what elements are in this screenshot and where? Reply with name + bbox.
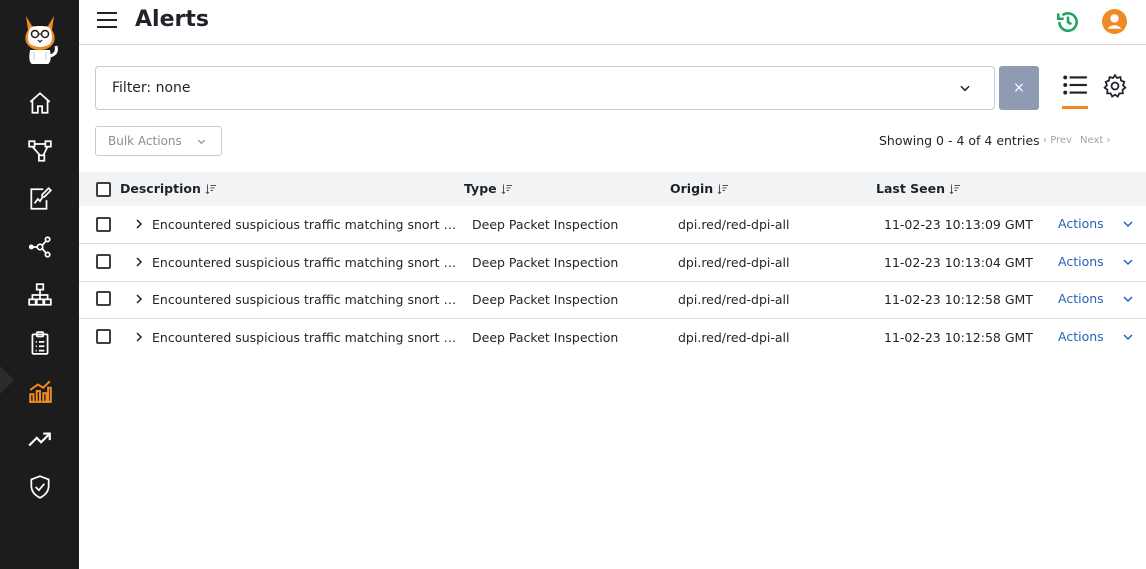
alert-type: Deep Packet Inspection	[472, 330, 619, 345]
chevron-right-icon[interactable]	[133, 256, 145, 268]
row-checkbox[interactable]	[96, 329, 111, 344]
menu-icon[interactable]	[97, 12, 117, 30]
row-actions-dropdown[interactable]: Actions	[1058, 329, 1134, 344]
gear-icon[interactable]	[1102, 73, 1128, 99]
history-icon[interactable]	[1055, 9, 1081, 35]
chevron-down-icon	[1123, 220, 1133, 227]
row-actions-dropdown[interactable]: Actions	[1058, 291, 1134, 306]
top-bar: Alerts	[79, 0, 1146, 45]
row-checkbox[interactable]	[96, 291, 111, 306]
topology-icon	[27, 140, 52, 162]
home-icon	[29, 92, 50, 114]
alert-type: Deep Packet Inspection	[472, 217, 619, 232]
table-row[interactable]: Encountered suspicious traffic matching …	[79, 206, 1146, 244]
user-avatar-icon[interactable]	[1102, 9, 1127, 34]
sidebar-item-trends[interactable]	[0, 419, 79, 459]
sidebar-item-reports[interactable]	[0, 179, 79, 219]
active-view-indicator	[1062, 106, 1088, 109]
clipboard-icon	[31, 331, 48, 355]
sort-icon	[205, 184, 216, 194]
bulk-actions-dropdown[interactable]: Bulk Actions	[95, 126, 222, 156]
row-checkbox[interactable]	[96, 254, 111, 269]
sidebar-item-security[interactable]	[0, 467, 79, 507]
alert-description: Encountered suspicious traffic matching …	[152, 217, 457, 232]
cat-logo-icon[interactable]	[20, 10, 60, 66]
column-header-origin[interactable]: Origin	[670, 181, 729, 196]
chevron-right-icon[interactable]	[133, 293, 145, 305]
alert-last-seen: 11-02-23 10:13:09 GMT	[884, 217, 1033, 232]
bar-chart-icon	[28, 380, 52, 403]
alert-type: Deep Packet Inspection	[472, 255, 619, 270]
column-header-description[interactable]: Description	[120, 181, 217, 196]
alert-origin: dpi.red/red-dpi-all	[678, 330, 790, 345]
page-title: Alerts	[135, 7, 209, 32]
alert-origin: dpi.red/red-dpi-all	[678, 292, 790, 307]
filter-label: Filter: none	[112, 80, 191, 96]
chevron-down-icon	[197, 139, 206, 145]
sort-icon	[949, 184, 961, 194]
sidebar-item-tasks[interactable]	[0, 323, 79, 363]
clear-filter-button[interactable]: ×	[999, 66, 1039, 110]
sidebar	[0, 0, 79, 569]
prev-button[interactable]: ‹ Prev	[1043, 135, 1072, 146]
alert-description: Encountered suspicious traffic matching …	[152, 255, 457, 270]
table-row[interactable]: Encountered suspicious traffic matching …	[79, 319, 1146, 357]
row-actions-dropdown[interactable]: Actions	[1058, 216, 1134, 231]
chevron-down-icon	[960, 85, 970, 92]
column-header-last-seen[interactable]: Last Seen	[876, 181, 961, 196]
column-header-type[interactable]: Type	[464, 181, 513, 196]
sidebar-item-topology[interactable]	[0, 131, 79, 171]
table-row[interactable]: Encountered suspicious traffic matching …	[79, 281, 1146, 319]
entries-count: Showing 0 - 4 of 4 entries	[879, 133, 1040, 148]
report-edit-icon	[29, 186, 52, 210]
network-nodes-icon	[28, 236, 51, 258]
chevron-down-icon	[1123, 333, 1133, 340]
chevron-down-icon	[1123, 295, 1133, 302]
list-view-icon[interactable]	[1062, 72, 1088, 98]
sidebar-item-analytics[interactable]	[0, 371, 79, 411]
sort-icon	[501, 184, 512, 194]
row-checkbox[interactable]	[96, 217, 111, 232]
table-header: Description Type Origin Last Seen	[79, 172, 1146, 206]
filter-select[interactable]: Filter: none	[95, 66, 995, 110]
alert-description: Encountered suspicious traffic matching …	[152, 330, 457, 345]
chevron-right-icon[interactable]	[133, 218, 145, 230]
sort-icon	[717, 184, 729, 194]
alert-last-seen: 11-02-23 10:13:04 GMT	[884, 255, 1033, 270]
next-button[interactable]: Next ›	[1080, 135, 1110, 146]
select-all-checkbox[interactable]	[96, 182, 111, 197]
chevron-down-icon	[1123, 258, 1133, 265]
alert-last-seen: 11-02-23 10:12:58 GMT	[884, 330, 1033, 345]
row-actions-dropdown[interactable]: Actions	[1058, 254, 1134, 269]
sidebar-item-home[interactable]	[0, 83, 79, 123]
alert-origin: dpi.red/red-dpi-all	[678, 217, 790, 232]
chevron-right-icon[interactable]	[133, 331, 145, 343]
alert-last-seen: 11-02-23 10:12:58 GMT	[884, 292, 1033, 307]
sitemap-icon	[27, 283, 52, 306]
pagination: ‹ Prev Next ›	[1043, 135, 1111, 146]
sidebar-item-sitemap[interactable]	[0, 275, 79, 315]
trending-up-icon	[27, 432, 51, 447]
sidebar-item-network[interactable]	[0, 227, 79, 267]
bulk-actions-label: Bulk Actions	[108, 134, 182, 148]
shield-check-icon	[29, 475, 50, 499]
table-row[interactable]: Encountered suspicious traffic matching …	[79, 244, 1146, 282]
alert-description: Encountered suspicious traffic matching …	[152, 292, 457, 307]
alert-type: Deep Packet Inspection	[472, 292, 619, 307]
alert-origin: dpi.red/red-dpi-all	[678, 255, 790, 270]
